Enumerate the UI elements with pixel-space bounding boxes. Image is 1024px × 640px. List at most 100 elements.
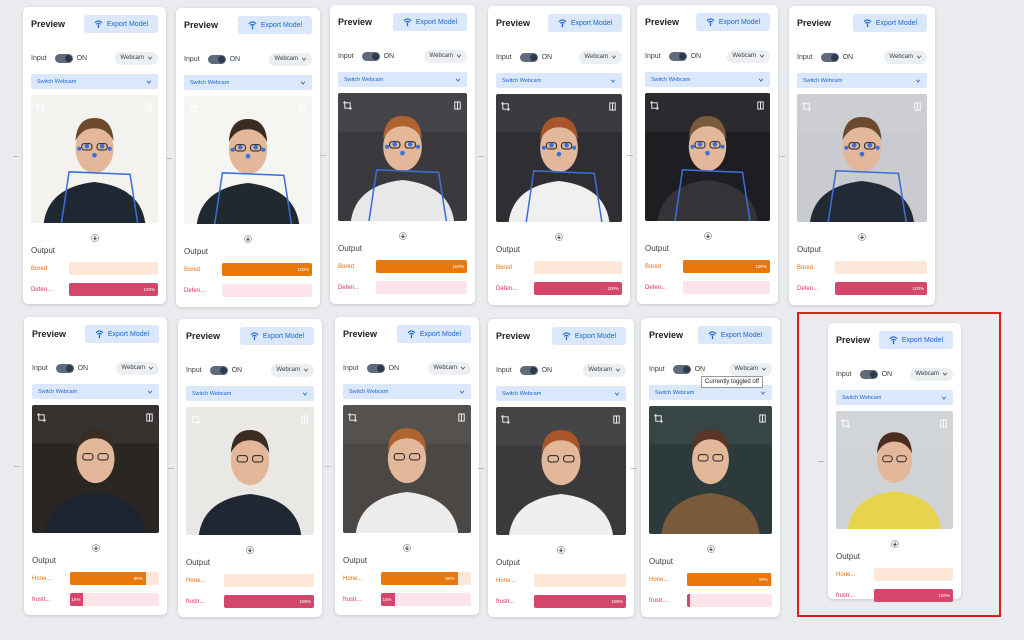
- crop-icon[interactable]: [191, 411, 200, 424]
- input-toggle[interactable]: [672, 364, 691, 374]
- switch-webcam-select[interactable]: Switch Webcam: [343, 384, 471, 399]
- download-icon[interactable]: [398, 227, 407, 240]
- source-select[interactable]: Webcam: [884, 50, 927, 64]
- switch-webcam-select[interactable]: Switch Webcam: [338, 72, 467, 87]
- flip-icon[interactable]: [608, 98, 617, 111]
- crop-icon[interactable]: [802, 98, 811, 111]
- input-toggle[interactable]: [519, 365, 538, 375]
- switch-webcam-select[interactable]: Switch Webcam: [496, 386, 626, 401]
- switch-webcam-select[interactable]: Switch Webcam: [184, 75, 312, 90]
- source-select[interactable]: Webcam: [579, 50, 622, 64]
- export-model-button[interactable]: Export Model: [548, 14, 622, 32]
- flip-icon[interactable]: [145, 409, 154, 422]
- class-label: Defen...: [797, 285, 819, 292]
- output-row: frustr... 100%: [496, 595, 626, 608]
- crop-icon[interactable]: [501, 98, 510, 111]
- switch-webcam-select[interactable]: Switch Webcam: [496, 73, 622, 88]
- source-select[interactable]: Webcam: [116, 361, 159, 375]
- crop-icon[interactable]: [189, 100, 198, 113]
- download-icon[interactable]: [555, 228, 563, 241]
- download-icon[interactable]: [557, 541, 565, 554]
- switch-webcam-label: Switch Webcam: [502, 390, 542, 397]
- source-select[interactable]: Webcam: [269, 52, 312, 66]
- input-toggle[interactable]: [55, 363, 74, 373]
- switch-webcam-select[interactable]: Switch Webcam: [645, 72, 770, 87]
- export-model-button[interactable]: Export Model: [552, 327, 626, 345]
- export-model-button[interactable]: Export Model: [397, 325, 471, 343]
- source-select[interactable]: Webcam: [583, 363, 626, 377]
- export-model-button[interactable]: Export Model: [853, 14, 927, 32]
- flip-icon[interactable]: [758, 410, 767, 423]
- crop-icon[interactable]: [348, 409, 357, 422]
- download-icon[interactable]: [246, 541, 254, 554]
- input-toggle[interactable]: [54, 53, 73, 63]
- crop-icon[interactable]: [37, 409, 46, 422]
- flip-icon[interactable]: [612, 411, 621, 424]
- flip-icon[interactable]: [756, 97, 765, 110]
- input-toggle[interactable]: [207, 54, 226, 64]
- download-icon[interactable]: [703, 227, 712, 240]
- switch-webcam-select[interactable]: Switch Webcam: [32, 384, 159, 399]
- source-select[interactable]: Webcam: [424, 49, 467, 63]
- export-model-button[interactable]: Export Model: [240, 327, 314, 345]
- source-select[interactable]: Webcam: [729, 362, 772, 376]
- download-icon[interactable]: [244, 230, 252, 243]
- input-toggle[interactable]: [361, 51, 380, 61]
- flip-icon[interactable]: [298, 100, 307, 113]
- confidence-bar: 100%: [376, 260, 467, 273]
- switch-webcam-label: Switch Webcam: [190, 79, 230, 86]
- input-toggle[interactable]: [209, 365, 228, 375]
- preview-card: Preview Export Model Input ON Webcam Switch W…: [641, 318, 780, 617]
- input-toggle[interactable]: [820, 52, 839, 62]
- switch-webcam-select[interactable]: Switch Webcam: [797, 73, 927, 88]
- confidence-value: 99%: [759, 577, 769, 582]
- toggle-state-label: ON: [231, 366, 243, 374]
- confidence-bar: [222, 284, 312, 297]
- source-select[interactable]: Webcam: [271, 363, 314, 377]
- input-row: Input ON Webcam: [184, 52, 312, 66]
- class-label: Defen...: [184, 287, 206, 294]
- download-icon[interactable]: [858, 228, 866, 241]
- webcam-feed: [186, 407, 314, 535]
- input-toggle[interactable]: [668, 51, 687, 61]
- download-icon[interactable]: [403, 539, 411, 552]
- crop-icon[interactable]: [650, 97, 659, 110]
- flip-icon[interactable]: [457, 409, 466, 422]
- source-select[interactable]: Webcam: [428, 361, 471, 375]
- confidence-value: 100%: [143, 287, 155, 292]
- download-icon[interactable]: [706, 540, 715, 553]
- crop-icon[interactable]: [36, 99, 45, 112]
- export-model-button[interactable]: Export Model: [85, 325, 159, 343]
- export-model-button[interactable]: Export Model: [238, 16, 312, 34]
- source-select[interactable]: Webcam: [727, 49, 770, 63]
- input-label: Input: [797, 53, 813, 61]
- class-label: frustr...: [496, 598, 515, 605]
- flip-icon[interactable]: [300, 411, 309, 424]
- download-icon[interactable]: [91, 539, 100, 552]
- export-model-button[interactable]: Export Model: [393, 13, 467, 31]
- switch-webcam-select[interactable]: Switch Webcam: [186, 386, 314, 401]
- download-icon[interactable]: [90, 229, 99, 242]
- crop-icon[interactable]: [343, 97, 352, 110]
- source-select[interactable]: Webcam: [115, 51, 158, 65]
- preview-card: Preview Export Model Input ON Webcam Switch W…: [488, 6, 630, 305]
- input-toggle[interactable]: [519, 52, 538, 62]
- switch-webcam-select[interactable]: Switch Webcam: [31, 74, 158, 89]
- export-model-button[interactable]: Export Model: [698, 326, 772, 344]
- confidence-bar: 100%: [534, 282, 622, 295]
- crop-icon[interactable]: [501, 411, 510, 424]
- export-model-button[interactable]: Export Model: [696, 13, 770, 31]
- input-label: Input: [496, 53, 512, 61]
- confidence-bar: [534, 261, 622, 274]
- preview-title: Preview: [186, 331, 221, 341]
- crop-icon[interactable]: [654, 410, 663, 423]
- export-model-button[interactable]: Export Model: [84, 15, 158, 33]
- flip-icon[interactable]: [913, 98, 922, 111]
- toggle-state-label: ON: [541, 53, 553, 61]
- class-label: Bored: [184, 266, 201, 273]
- input-toggle[interactable]: [366, 363, 385, 373]
- export-label: Export Model: [718, 18, 761, 26]
- flip-icon[interactable]: [453, 97, 462, 110]
- output-row: Hone... 99%: [649, 573, 772, 586]
- flip-icon[interactable]: [144, 99, 153, 112]
